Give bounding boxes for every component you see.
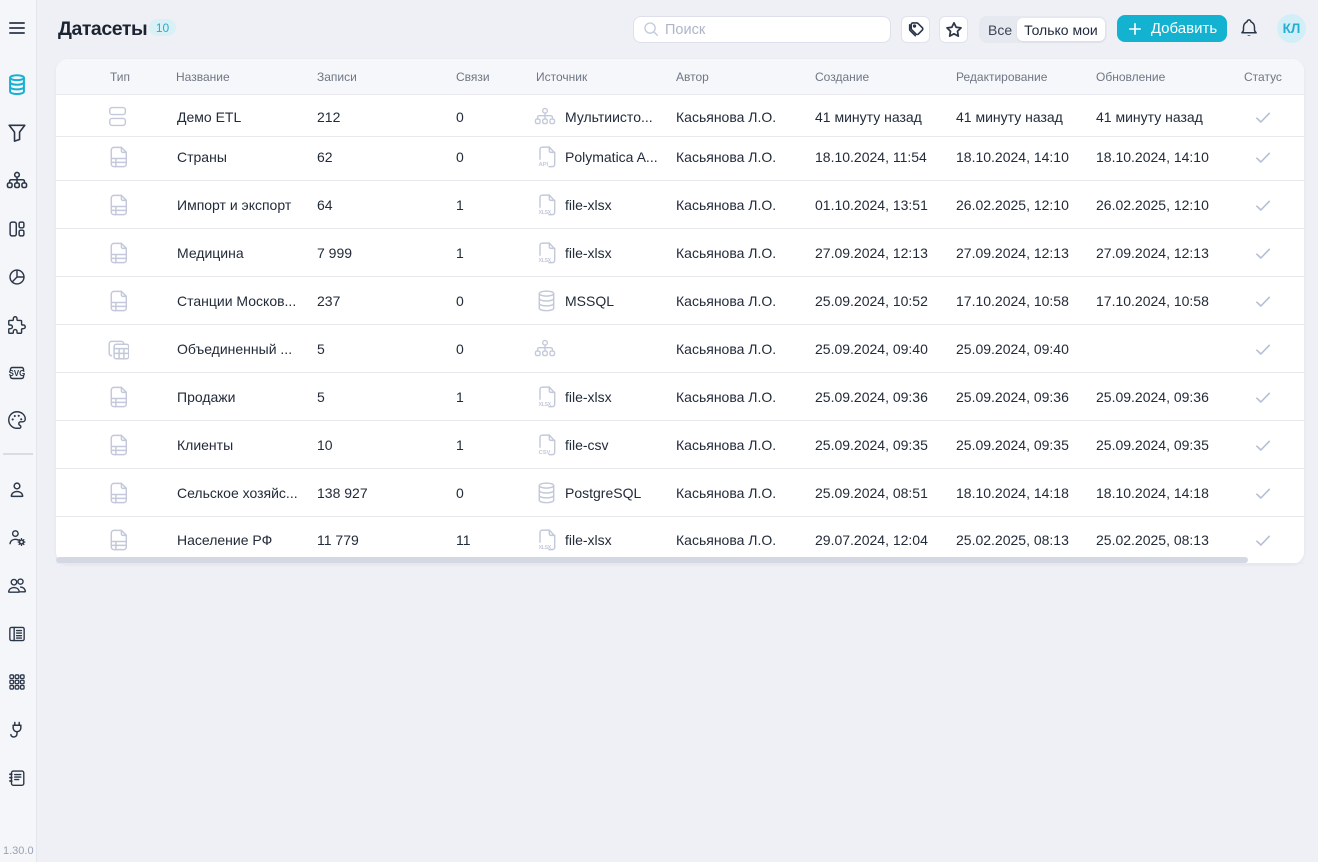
svg-text:API: API: [539, 162, 549, 168]
svg-text:XLSX: XLSX: [539, 402, 552, 408]
svg-text:XLSX: XLSX: [539, 545, 552, 551]
svg-text:XLSX: XLSX: [539, 210, 552, 216]
svg-text:CSV: CSV: [539, 450, 551, 456]
svg-text:SVG: SVG: [9, 369, 26, 378]
svg-text:XLSX: XLSX: [539, 258, 552, 264]
